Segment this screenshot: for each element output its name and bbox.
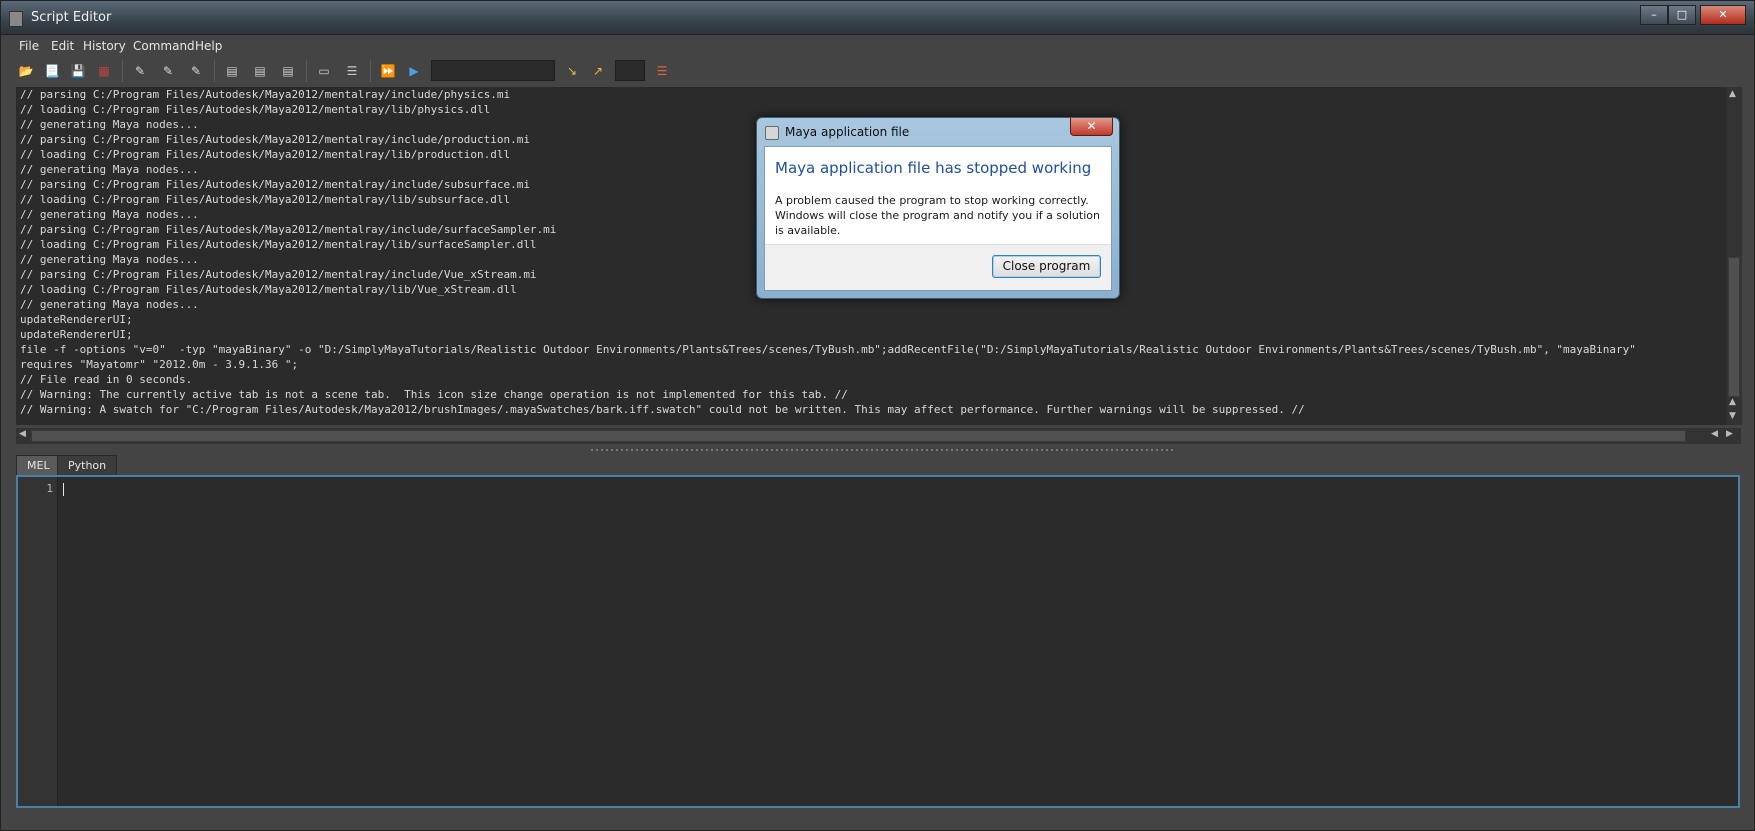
menu-help[interactable]: Help	[195, 39, 222, 53]
maya-app-icon	[9, 11, 23, 27]
output-line: // generating Maya nodes...	[20, 298, 199, 311]
line-number-gutter: 1	[18, 477, 58, 806]
toolbar-divider	[122, 60, 123, 82]
output-line: requires "Mayatomr" "2012.0m - 3.9.1.36 …	[20, 358, 299, 371]
scroll-left-icon[interactable]: ◀	[19, 429, 26, 439]
menu-edit[interactable]: Edit	[51, 39, 74, 53]
output-line: // loading C:/Program Files/Autodesk/May…	[20, 103, 491, 116]
toolbar: 📂 📃 💾 ▦ ✎ ✎ ✎ ▤ ▤ ▤ ▭ ☰ ⏩ ▶ ↘ ↗ ☰	[9, 58, 1749, 84]
menu-bar: File Edit History Command Help	[1, 35, 1754, 57]
line-number: 1	[46, 482, 53, 495]
execute-all-icon[interactable]: ⏩	[377, 60, 399, 82]
dialog-title: Maya application file	[785, 125, 910, 139]
save-script-icon[interactable]: 💾	[67, 60, 89, 82]
minimize-button[interactable]: –	[1640, 5, 1668, 25]
scroll-up-icon[interactable]: ▲	[1729, 397, 1736, 407]
toolbar-divider	[306, 60, 307, 82]
scroll-left-icon[interactable]: ◀	[1711, 429, 1718, 439]
output-vertical-scrollbar[interactable]: ▲ ▲ ▼	[1726, 87, 1742, 425]
output-line: // Warning: The currently active tab is …	[20, 388, 848, 401]
menu-command[interactable]: Command	[133, 39, 195, 53]
pane-splitter[interactable]	[16, 447, 1741, 452]
line-numbers-icon[interactable]: ☰	[341, 60, 363, 82]
scroll-right-icon[interactable]: ▶	[1726, 429, 1733, 439]
tab-mel[interactable]: MEL	[16, 455, 61, 475]
output-line: updateRendererUI;	[20, 328, 133, 341]
maximize-button[interactable]: □	[1668, 5, 1696, 25]
scrollbar-thumb[interactable]	[31, 430, 1686, 442]
text-caret	[63, 483, 64, 496]
scroll-up-icon[interactable]: ▲	[1729, 89, 1736, 99]
dialog-close-button[interactable]: ✕	[1070, 118, 1113, 136]
execute-icon[interactable]: ▶	[403, 60, 425, 82]
search-up-icon[interactable]: ↗	[587, 60, 609, 82]
source-script-icon[interactable]: 📃	[41, 60, 63, 82]
dialog-footer: Close program	[765, 244, 1111, 290]
output-line: // parsing C:/Program Files/Autodesk/May…	[20, 88, 511, 101]
dialog-body: Maya application file has stopped workin…	[764, 146, 1112, 291]
script-editor-window: Script Editor – □ ✕ File Edit History Co…	[0, 0, 1755, 831]
clear-all-icon[interactable]: ✎	[185, 60, 207, 82]
title-bar[interactable]: Script Editor – □ ✕	[1, 1, 1754, 35]
splitter-grip[interactable]	[591, 449, 1176, 451]
scroll-down-icon[interactable]: ▼	[1729, 411, 1736, 421]
output-line: // Warning: A swatch for "C:/Program Fil…	[20, 403, 1305, 416]
close-program-button[interactable]: Close program	[992, 255, 1101, 278]
window-title: Script Editor	[31, 10, 112, 25]
close-window-button[interactable]: ✕	[1700, 5, 1746, 25]
output-line: // File read in 0 seconds.	[20, 373, 193, 386]
toolbar-divider	[214, 60, 215, 82]
dialog-message: A problem caused the program to stop wor…	[775, 194, 1100, 237]
clear-input-icon[interactable]: ✎	[157, 60, 179, 82]
scrollbar-thumb[interactable]	[1728, 257, 1740, 397]
menu-history[interactable]: History	[83, 39, 126, 53]
search-down-icon[interactable]: ↘	[561, 60, 583, 82]
search-field[interactable]	[431, 60, 555, 81]
tab-python[interactable]: Python	[57, 455, 118, 475]
save-script-shelf-icon[interactable]: ▦	[93, 60, 115, 82]
menu-file[interactable]: File	[19, 39, 39, 53]
dialog-heading: Maya application file has stopped workin…	[775, 159, 1092, 177]
script-input-editor[interactable]: 1	[16, 475, 1740, 808]
clear-history-icon[interactable]: ✎	[129, 60, 151, 82]
go-to-line-icon[interactable]: ☰	[651, 60, 673, 82]
show-both-icon[interactable]: ▤	[277, 60, 299, 82]
show-history-icon[interactable]: ▤	[221, 60, 243, 82]
toolbar-divider	[370, 60, 371, 82]
output-horizontal-scrollbar[interactable]: ◀ ◀ ▶	[16, 428, 1741, 444]
output-line: file -f -options "v=0" -typ "mayaBinary"…	[20, 343, 1636, 356]
show-input-icon[interactable]: ▤	[249, 60, 271, 82]
output-line: updateRendererUI;	[20, 313, 133, 326]
open-script-icon[interactable]: 📂	[15, 60, 37, 82]
go-to-line-field[interactable]	[615, 60, 645, 81]
application-icon	[765, 126, 779, 140]
echo-commands-icon[interactable]: ▭	[313, 60, 335, 82]
crash-dialog: Maya application file ✕ Maya application…	[756, 117, 1120, 299]
